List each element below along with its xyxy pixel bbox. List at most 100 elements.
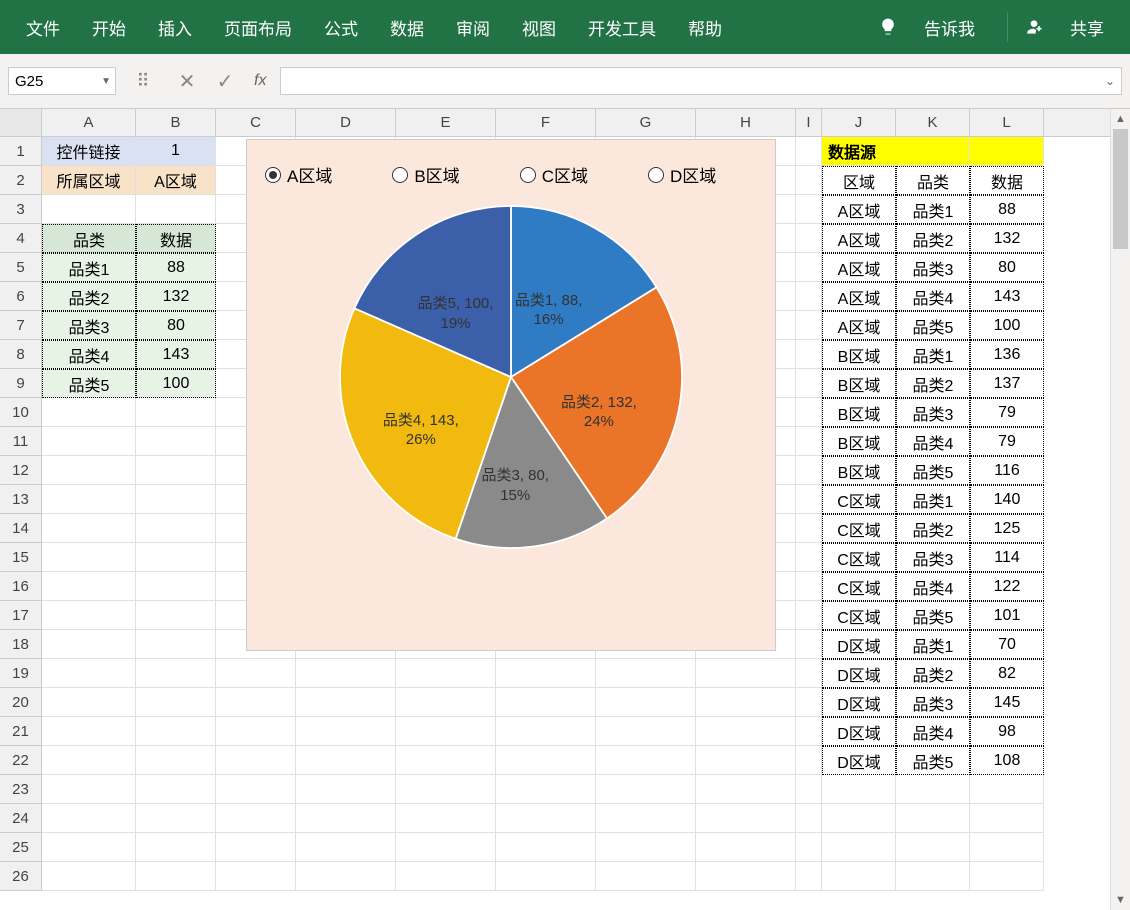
- cell-A10[interactable]: [42, 398, 136, 427]
- col-header-I[interactable]: I: [796, 109, 822, 136]
- cell-C25[interactable]: [216, 833, 296, 862]
- cell-L26[interactable]: [970, 862, 1044, 891]
- radio-B区域[interactable]: B区域: [392, 162, 459, 187]
- row-header-4[interactable]: 4: [0, 224, 41, 253]
- cell-J9[interactable]: B区域: [822, 369, 896, 398]
- cell-L12[interactable]: 116: [970, 456, 1044, 485]
- col-header-J[interactable]: J: [822, 109, 896, 136]
- cell-I7[interactable]: [796, 311, 822, 340]
- cell-F19[interactable]: [496, 659, 596, 688]
- cell-K26[interactable]: [896, 862, 970, 891]
- share-icon[interactable]: [1024, 17, 1044, 38]
- cell-A16[interactable]: [42, 572, 136, 601]
- cell-J14[interactable]: C区域: [822, 514, 896, 543]
- cell-L24[interactable]: [970, 804, 1044, 833]
- cell-I17[interactable]: [796, 601, 822, 630]
- cell-J13[interactable]: C区域: [822, 485, 896, 514]
- ribbon-tab-帮助[interactable]: 帮助: [672, 7, 738, 48]
- cell-C22[interactable]: [216, 746, 296, 775]
- fx-label[interactable]: fx: [248, 72, 272, 90]
- cell-J15[interactable]: C区域: [822, 543, 896, 572]
- cell-C21[interactable]: [216, 717, 296, 746]
- cell-D24[interactable]: [296, 804, 396, 833]
- config-dots[interactable]: ⠿: [124, 71, 164, 92]
- cell-B22[interactable]: [136, 746, 216, 775]
- cell-J20[interactable]: D区域: [822, 688, 896, 717]
- ribbon-tab-公式[interactable]: 公式: [308, 7, 374, 48]
- cell-K9[interactable]: 品类2: [896, 369, 970, 398]
- cell-B2[interactable]: A区域: [136, 166, 216, 195]
- cell-B19[interactable]: [136, 659, 216, 688]
- cell-B6[interactable]: 132: [136, 282, 216, 311]
- tell-me-icon[interactable]: [878, 17, 898, 38]
- cell-E21[interactable]: [396, 717, 496, 746]
- cell-L6[interactable]: 143: [970, 282, 1044, 311]
- cell-J5[interactable]: A区域: [822, 253, 896, 282]
- cell-H22[interactable]: [696, 746, 796, 775]
- cell-K25[interactable]: [896, 833, 970, 862]
- cell-I11[interactable]: [796, 427, 822, 456]
- cell-I24[interactable]: [796, 804, 822, 833]
- cell-L22[interactable]: 108: [970, 746, 1044, 775]
- cell-K18[interactable]: 品类1: [896, 630, 970, 659]
- cell-D20[interactable]: [296, 688, 396, 717]
- cell-C20[interactable]: [216, 688, 296, 717]
- cell-G24[interactable]: [596, 804, 696, 833]
- cell-B10[interactable]: [136, 398, 216, 427]
- col-header-D[interactable]: D: [296, 109, 396, 136]
- cell-A14[interactable]: [42, 514, 136, 543]
- cell-D19[interactable]: [296, 659, 396, 688]
- vertical-scrollbar[interactable]: ▲ ▼: [1110, 109, 1130, 910]
- cell-I12[interactable]: [796, 456, 822, 485]
- cell-A24[interactable]: [42, 804, 136, 833]
- cell-J24[interactable]: [822, 804, 896, 833]
- cell-F21[interactable]: [496, 717, 596, 746]
- cell-B23[interactable]: [136, 775, 216, 804]
- cancel-formula-icon[interactable]: ✕: [172, 69, 202, 94]
- cell-J18[interactable]: D区域: [822, 630, 896, 659]
- cell-C26[interactable]: [216, 862, 296, 891]
- cell-J6[interactable]: A区域: [822, 282, 896, 311]
- col-header-K[interactable]: K: [896, 109, 970, 136]
- cell-E19[interactable]: [396, 659, 496, 688]
- cell-K11[interactable]: 品类4: [896, 427, 970, 456]
- cell-K6[interactable]: 品类4: [896, 282, 970, 311]
- cell-H21[interactable]: [696, 717, 796, 746]
- share-button[interactable]: 共享: [1054, 7, 1120, 48]
- cell-J16[interactable]: C区域: [822, 572, 896, 601]
- cell-K1[interactable]: [896, 137, 970, 166]
- cell-J10[interactable]: B区域: [822, 398, 896, 427]
- cell-I18[interactable]: [796, 630, 822, 659]
- cell-B1[interactable]: 1: [136, 137, 216, 166]
- row-header-11[interactable]: 11: [0, 427, 41, 456]
- cell-F26[interactable]: [496, 862, 596, 891]
- cell-J25[interactable]: [822, 833, 896, 862]
- col-header-F[interactable]: F: [496, 109, 596, 136]
- row-header-6[interactable]: 6: [0, 282, 41, 311]
- cell-B18[interactable]: [136, 630, 216, 659]
- scroll-thumb[interactable]: [1113, 129, 1128, 249]
- cell-C19[interactable]: [216, 659, 296, 688]
- cell-F24[interactable]: [496, 804, 596, 833]
- cell-A1[interactable]: 控件链接: [42, 137, 136, 166]
- cell-I20[interactable]: [796, 688, 822, 717]
- cell-L7[interactable]: 100: [970, 311, 1044, 340]
- row-header-19[interactable]: 19: [0, 659, 41, 688]
- cell-E24[interactable]: [396, 804, 496, 833]
- expand-formula-icon[interactable]: ⌄: [1105, 74, 1115, 88]
- cell-A17[interactable]: [42, 601, 136, 630]
- cell-A21[interactable]: [42, 717, 136, 746]
- cell-B7[interactable]: 80: [136, 311, 216, 340]
- cell-G22[interactable]: [596, 746, 696, 775]
- row-header-10[interactable]: 10: [0, 398, 41, 427]
- row-header-12[interactable]: 12: [0, 456, 41, 485]
- scroll-track[interactable]: [1111, 129, 1130, 890]
- cell-G25[interactable]: [596, 833, 696, 862]
- cell-E22[interactable]: [396, 746, 496, 775]
- cell-L11[interactable]: 79: [970, 427, 1044, 456]
- cell-A19[interactable]: [42, 659, 136, 688]
- row-header-16[interactable]: 16: [0, 572, 41, 601]
- cell-B15[interactable]: [136, 543, 216, 572]
- row-header-21[interactable]: 21: [0, 717, 41, 746]
- scroll-down-icon[interactable]: ▼: [1111, 890, 1130, 910]
